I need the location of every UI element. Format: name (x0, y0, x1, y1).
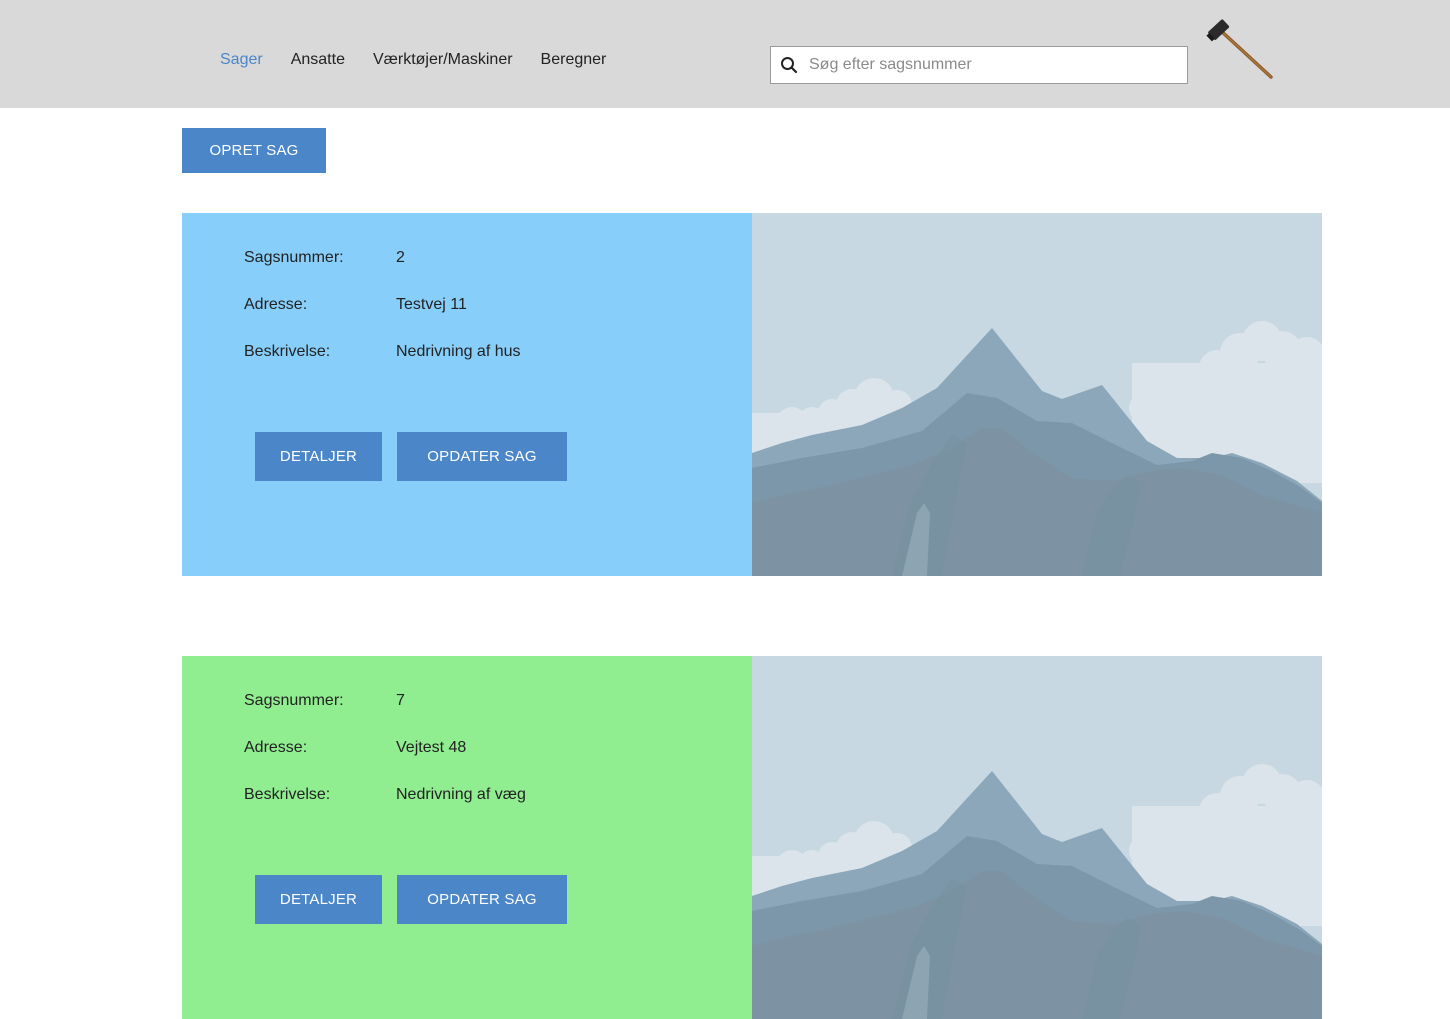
update-case-button[interactable]: OPDATER SAG (397, 432, 567, 481)
search-input[interactable] (809, 56, 1169, 74)
case-number-label: Sagsnummer: (244, 249, 344, 266)
nav-item-ansatte[interactable]: Ansatte (291, 51, 345, 69)
case-card: Sagsnummer: 2 Adresse: Testvej 11 Beskri… (182, 213, 1322, 576)
nav-item-beregner[interactable]: Beregner (541, 51, 607, 69)
mountain-placeholder-image (752, 656, 1322, 1019)
case-number-row: Sagsnummer: 7 (244, 692, 405, 710)
case-description-row: Beskrivelse: Nedrivning af væg (244, 786, 526, 804)
case-address-value: Testvej 11 (396, 296, 467, 313)
top-header: Sager Ansatte Værktøjer/Maskiner Beregne… (0, 0, 1450, 108)
case-card: Sagsnummer: 7 Adresse: Vejtest 48 Beskri… (182, 656, 1322, 1019)
search-box[interactable] (770, 46, 1188, 84)
search-icon (780, 56, 798, 74)
details-button[interactable]: DETALJER (255, 875, 382, 924)
update-case-button[interactable]: OPDATER SAG (397, 875, 567, 924)
case-description-label: Beskrivelse: (244, 343, 331, 360)
mountain-placeholder-image (752, 213, 1322, 576)
case-description-row: Beskrivelse: Nedrivning af hus (244, 343, 521, 361)
case-info-panel: Sagsnummer: 2 Adresse: Testvej 11 Beskri… (182, 213, 752, 576)
hammer-icon[interactable] (1206, 18, 1274, 80)
case-address-row: Adresse: Testvej 11 (244, 296, 467, 314)
case-number-label: Sagsnummer: (244, 692, 344, 709)
case-description-label: Beskrivelse: (244, 786, 331, 803)
nav-item-vaerktoejer[interactable]: Værktøjer/Maskiner (373, 51, 513, 69)
case-info-panel: Sagsnummer: 7 Adresse: Vejtest 48 Beskri… (182, 656, 752, 1019)
case-description-value: Nedrivning af væg (396, 786, 526, 803)
case-number-value: 2 (396, 249, 405, 266)
create-case-button[interactable]: OPRET SAG (182, 128, 326, 173)
nav-item-sager[interactable]: Sager (220, 51, 263, 69)
case-description-value: Nedrivning af hus (396, 343, 521, 360)
details-button[interactable]: DETALJER (255, 432, 382, 481)
case-address-label: Adresse: (244, 739, 308, 756)
case-address-row: Adresse: Vejtest 48 (244, 739, 466, 757)
case-number-row: Sagsnummer: 2 (244, 249, 405, 267)
case-address-value: Vejtest 48 (396, 739, 467, 756)
case-address-label: Adresse: (244, 296, 308, 313)
case-number-value: 7 (396, 692, 405, 709)
main-nav: Sager Ansatte Værktøjer/Maskiner Beregne… (220, 51, 606, 69)
